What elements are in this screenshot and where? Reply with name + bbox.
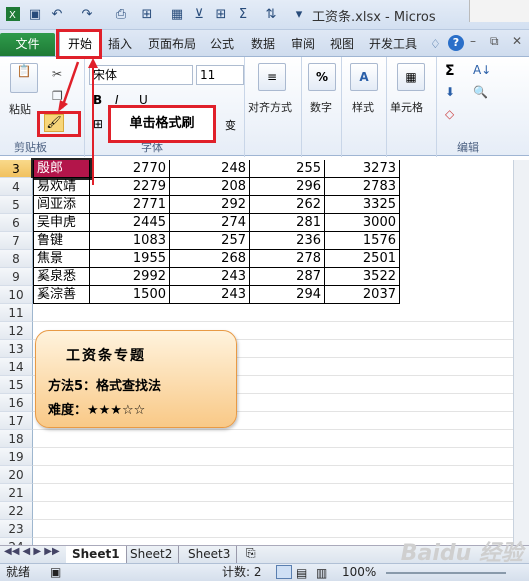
name-cell[interactable]: 焦景: [33, 250, 90, 268]
value-cell[interactable]: 268: [170, 250, 250, 268]
row-header[interactable]: 11: [0, 304, 33, 322]
row-header[interactable]: 19: [0, 448, 33, 466]
note-difficulty: 难度：★★★☆☆: [48, 403, 146, 418]
value-cell[interactable]: 2992: [90, 268, 170, 286]
status-ready: 就绪: [6, 565, 31, 579]
sheet-tab-2[interactable]: Sheet2: [124, 546, 180, 563]
row-header[interactable]: 13: [0, 340, 33, 358]
value-cell[interactable]: 243: [170, 268, 250, 286]
row-header[interactable]: 20: [0, 466, 33, 484]
value-cell[interactable]: 3000: [325, 214, 400, 232]
row-header[interactable]: 18: [0, 430, 33, 448]
note-title: 工资条专题: [66, 348, 146, 364]
status-count: 计数: 2: [222, 565, 262, 579]
row-header[interactable]: 14: [0, 358, 33, 376]
name-cell[interactable]: 鲁键: [33, 232, 90, 250]
value-cell[interactable]: 2445: [90, 214, 170, 232]
topic-note: 工资条专题 方法5：格式查找法 难度：★★★☆☆: [35, 330, 237, 428]
normal-view-icon[interactable]: [276, 565, 292, 579]
row-header[interactable]: 17: [0, 412, 33, 430]
insert-sheet-icon[interactable]: ⎘: [246, 546, 256, 561]
zoom-slider[interactable]: [386, 572, 506, 574]
empty-row[interactable]: [33, 502, 513, 520]
row-header[interactable]: 6: [0, 214, 33, 232]
row-header[interactable]: 21: [0, 484, 33, 502]
value-cell[interactable]: 281: [250, 214, 325, 232]
empty-row[interactable]: [33, 430, 513, 448]
row-header[interactable]: 23: [0, 520, 33, 538]
row-header[interactable]: 22: [0, 502, 33, 520]
value-cell[interactable]: 257: [170, 232, 250, 250]
row-header[interactable]: 7: [0, 232, 33, 250]
vertical-scrollbar[interactable]: [513, 160, 529, 545]
value-cell[interactable]: 287: [250, 268, 325, 286]
value-cell[interactable]: 1955: [90, 250, 170, 268]
status-bar: 就绪 ▣ 计数: 2 ▤ ▥ 100%: [0, 563, 529, 581]
note-method: 方法5：格式查找法: [48, 379, 162, 394]
row-header[interactable]: 15: [0, 376, 33, 394]
value-cell[interactable]: 243: [170, 286, 250, 304]
value-cell[interactable]: 236: [250, 232, 325, 250]
page-break-view-icon[interactable]: ▥: [316, 565, 327, 582]
empty-row[interactable]: [33, 304, 513, 322]
value-cell[interactable]: 2501: [325, 250, 400, 268]
row-header[interactable]: 9: [0, 268, 33, 286]
macro-record-icon[interactable]: ▣: [50, 564, 61, 581]
page-layout-view-icon[interactable]: ▤: [296, 565, 307, 582]
sheet-nav-icon[interactable]: ◀◀ ◀ ▶ ▶▶: [4, 546, 60, 557]
name-cell[interactable]: 奚淙善: [33, 286, 90, 304]
empty-row[interactable]: [33, 448, 513, 466]
value-cell[interactable]: 274: [170, 214, 250, 232]
row-header[interactable]: 16: [0, 394, 33, 412]
sheet-tab-3[interactable]: Sheet3: [182, 546, 238, 563]
row-header[interactable]: 8: [0, 250, 33, 268]
row-header[interactable]: 10: [0, 286, 33, 304]
name-cell[interactable]: 奚泉悉: [33, 268, 90, 286]
value-cell[interactable]: 294: [250, 286, 325, 304]
row-header[interactable]: 12: [0, 322, 33, 340]
value-cell[interactable]: 1500: [90, 286, 170, 304]
empty-row[interactable]: [33, 466, 513, 484]
value-cell[interactable]: 1083: [90, 232, 170, 250]
sheet-tab-1[interactable]: Sheet1: [66, 546, 127, 563]
value-cell[interactable]: 2037: [325, 286, 400, 304]
value-cell[interactable]: 3522: [325, 268, 400, 286]
name-cell[interactable]: 吴申虎: [33, 214, 90, 232]
value-cell[interactable]: 278: [250, 250, 325, 268]
value-cell[interactable]: 1576: [325, 232, 400, 250]
zoom-level[interactable]: 100%: [342, 564, 376, 581]
annotation-arrows: [58, 58, 98, 185]
empty-row[interactable]: [33, 484, 513, 502]
